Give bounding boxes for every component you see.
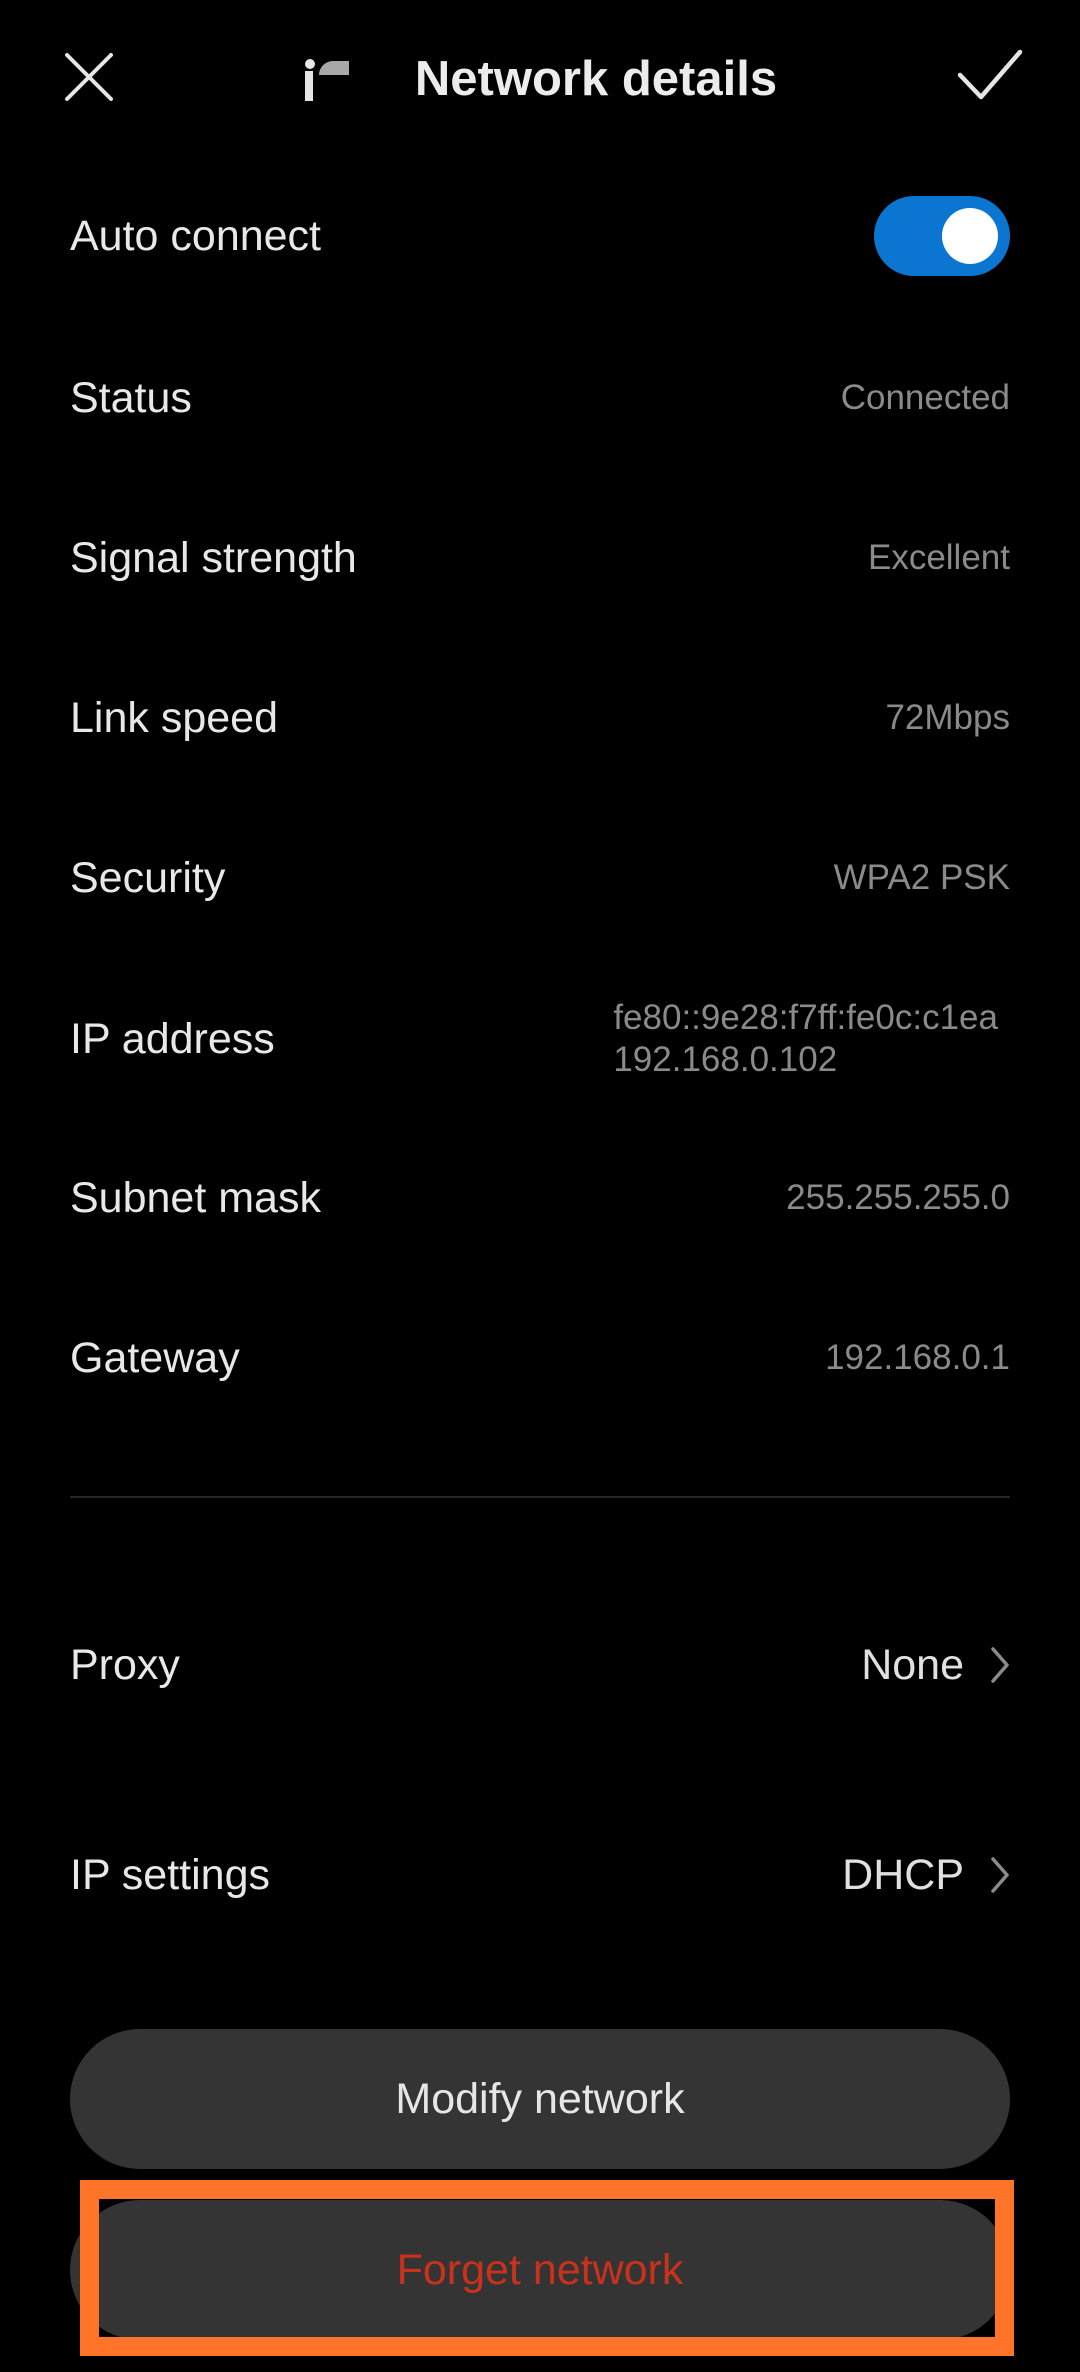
- detail-label: Subnet mask: [70, 1173, 321, 1222]
- security-row: Security WPA2 PSK: [70, 846, 1010, 910]
- gateway-row: Gateway 192.168.0.1: [70, 1326, 1010, 1390]
- status-row: Status Connected: [70, 366, 1010, 430]
- chevron-right-icon: [991, 1857, 1009, 1893]
- chevron-right-icon: [991, 1647, 1009, 1683]
- detail-label: Signal strength: [70, 533, 357, 582]
- detail-value: Excellent: [867, 538, 1010, 577]
- signal-strength-row: Signal strength Excellent: [70, 526, 1010, 590]
- proxy-value: None: [861, 1640, 964, 1689]
- ip-address-row: IP address fe80::9e28:f7ff:fe0c:c1ea 192…: [70, 994, 1010, 1084]
- auto-connect-label: Auto connect: [70, 211, 322, 260]
- detail-label: Status: [70, 373, 192, 422]
- toggle-knob: [942, 208, 998, 264]
- modify-network-button[interactable]: Modify network: [70, 2029, 1010, 2169]
- detail-label: Link speed: [70, 693, 278, 742]
- ipv6-address: fe80::9e28:f7ff:fe0c:c1ea: [613, 998, 998, 1037]
- link-speed-row: Link speed 72Mbps: [70, 686, 1010, 750]
- proxy-label: Proxy: [70, 1640, 180, 1689]
- detail-value: Connected: [840, 378, 1010, 417]
- top-bar: Network details: [0, 0, 1080, 160]
- detail-value: 72Mbps: [885, 698, 1010, 737]
- checkmark-icon: [957, 49, 1023, 100]
- proxy-value-group: None: [861, 1641, 1010, 1690]
- ip-settings-label: IP settings: [70, 1850, 270, 1899]
- ip-settings-value-group: DHCP: [842, 1851, 1010, 1900]
- page-title: Network details: [414, 52, 778, 106]
- detail-label: Security: [70, 853, 226, 902]
- forget-network-button[interactable]: Forget network: [70, 2200, 1010, 2340]
- auto-connect-toggle[interactable]: [874, 196, 1010, 276]
- confirm-button[interactable]: [945, 30, 1035, 120]
- proxy-row[interactable]: Proxy None: [70, 1630, 1010, 1700]
- detail-label: IP address: [70, 1014, 275, 1063]
- ip-settings-row[interactable]: IP settings DHCP: [70, 1840, 1010, 1910]
- ipv4-address: 192.168.0.102: [613, 1040, 838, 1079]
- auto-connect-row: Auto connect: [70, 196, 1010, 276]
- network-icon-redacted: [303, 55, 403, 103]
- ip-settings-value: DHCP: [842, 1850, 964, 1899]
- section-divider: [70, 1496, 1010, 1498]
- subnet-mask-row: Subnet mask 255.255.255.0: [70, 1166, 1010, 1230]
- detail-label: Gateway: [70, 1333, 240, 1382]
- detail-value: 192.168.0.1: [825, 1338, 1010, 1377]
- detail-value: WPA2 PSK: [833, 858, 1010, 897]
- title-container: Network details: [0, 44, 1080, 114]
- detail-value: 255.255.255.0: [786, 1178, 1010, 1217]
- ip-address-values: fe80::9e28:f7ff:fe0c:c1ea 192.168.0.102: [613, 997, 998, 1081]
